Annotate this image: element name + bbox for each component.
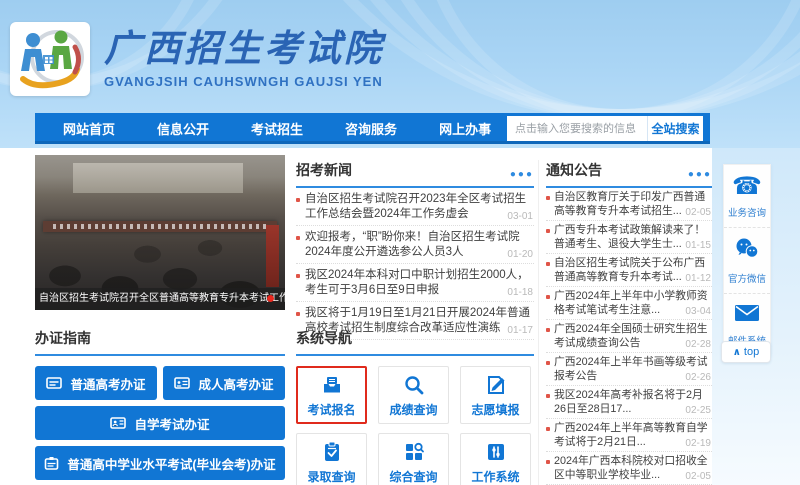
notice-item[interactable]: 广西2024年上半年中小学教师资格考试笔试考生注意... 03-04 <box>546 287 712 320</box>
tile-comprehensive-inquiry[interactable]: 综合查询 <box>378 433 449 485</box>
id-card-icon <box>110 416 126 430</box>
bullet-icon <box>546 394 550 398</box>
sliders-icon <box>484 440 508 464</box>
main-nav: 网站首页 信息公开 考试招生 咨询服务 网上办事 全站搜索 <box>35 113 710 144</box>
bullet-icon <box>296 274 300 278</box>
bullet-icon <box>296 236 300 240</box>
bullet-icon <box>546 427 550 431</box>
notice-item[interactable]: 我区2024年高考补报名将于2月26日至28日17... 02-25 <box>546 386 712 419</box>
notice-item[interactable]: 广西2024年上半年高等教育自学考试将于2月21日... 02-19 <box>546 419 712 452</box>
news-carousel[interactable]: 自治区招生考试院召开全区普通高等教育专升本考试工作推进会 <box>35 155 285 310</box>
news-panel: 招考新闻 ●●● 自治区招生考试院召开2023年全区考试招生工作总结会暨2024… <box>296 160 534 340</box>
guide-section: 办证指南 普通高考办证 成人高考办证 自学考试办证 <box>35 328 285 480</box>
notice-date: 03-04 <box>685 306 711 317</box>
carousel-photo-crowd <box>35 155 285 310</box>
inbox-icon <box>320 373 344 397</box>
news-more-link[interactable]: ●●● <box>510 170 534 180</box>
sidebar-item-wechat[interactable]: 官方微信 <box>724 228 770 294</box>
search-icon <box>402 373 426 397</box>
bullet-icon <box>546 196 550 200</box>
notice-date: 02-05 <box>685 471 711 482</box>
phone-icon: ☎ <box>732 174 762 200</box>
notice-date: 02-26 <box>685 372 711 383</box>
news-title: 招考新闻 <box>296 160 352 180</box>
notices-more-link[interactable]: ●●● <box>688 170 712 180</box>
bullet-icon <box>546 262 550 266</box>
bullet-icon <box>546 460 550 464</box>
chevron-up-icon: ∧ <box>733 347 741 358</box>
site-title-block: 广西招生考试院 GVANGJSIH CAUHSWNGH GAUJSI YEN <box>104 26 384 89</box>
news-date: 03-01 <box>507 211 533 222</box>
bullet-icon <box>546 361 550 365</box>
logo-emblem <box>15 27 85 91</box>
site-logo[interactable] <box>10 22 90 96</box>
grid-search-icon <box>402 440 426 464</box>
tile-score-inquiry[interactable]: 成绩查询 <box>378 366 449 424</box>
site-search: 全站搜索 <box>507 116 703 141</box>
mail-icon <box>734 303 760 328</box>
notice-date: 02-05 <box>685 207 711 218</box>
news-date: 01-20 <box>507 249 533 260</box>
badge-icon <box>44 456 59 471</box>
site-subtitle: GVANGJSIH CAUHSWNGH GAUJSI YEN <box>104 74 384 89</box>
nav-item-exams[interactable]: 考试招生 <box>237 119 317 138</box>
guide-button-huikao[interactable]: 普通高中学业水平考试(毕业会考)办证 <box>35 446 285 480</box>
news-date: 01-18 <box>507 287 533 298</box>
notices-title: 通知公告 <box>546 160 602 180</box>
guide-title: 办证指南 <box>35 328 91 348</box>
id-card-icon <box>46 376 62 390</box>
notice-date: 02-28 <box>685 339 711 350</box>
tile-exam-registration[interactable]: 考试报名 <box>296 366 367 424</box>
notice-date: 02-19 <box>685 438 711 449</box>
nav-item-consult[interactable]: 咨询服务 <box>331 119 411 138</box>
nav-item-home[interactable]: 网站首页 <box>49 119 129 138</box>
systems-section: 系统导航 考试报名 成绩查询 志愿填报 <box>296 328 534 485</box>
back-to-top-button[interactable]: ∧ top <box>721 341 771 363</box>
search-button[interactable]: 全站搜索 <box>647 116 703 141</box>
bullet-icon <box>546 295 550 299</box>
news-item[interactable]: 我区2024年本科对口中职计划招生2000人，考生可于3月6日至9日申报 01-… <box>296 264 534 302</box>
systems-title: 系统导航 <box>296 328 352 348</box>
notice-item[interactable]: 自治区招生考试院关于公布广西普通高等教育专升本考试... 01-12 <box>546 254 712 287</box>
clipboard-check-icon <box>320 440 344 464</box>
edit-icon <box>484 373 508 397</box>
guide-button-gaokao[interactable]: 普通高考办证 <box>35 366 157 400</box>
notice-date: 02-25 <box>685 405 711 416</box>
guide-button-chengkao[interactable]: 成人高考办证 <box>163 366 285 400</box>
notice-item[interactable]: 广西2024年全国硕士研究生招生考试成绩查询公告 02-28 <box>546 320 712 353</box>
quick-sidebar: ☎ 业务咨询 官方微信 邮件系统 <box>723 164 771 356</box>
search-input[interactable] <box>507 116 647 141</box>
notice-item[interactable]: 广西专升本考试政策解读来了！普通考生、退役大学生士... 01-15 <box>546 221 712 254</box>
tile-work-system[interactable]: 工作系统 <box>460 433 531 485</box>
tile-volunteer-filling[interactable]: 志愿填报 <box>460 366 531 424</box>
wechat-icon <box>734 237 760 266</box>
tile-admission-inquiry[interactable]: 录取查询 <box>296 433 367 485</box>
bullet-icon <box>296 312 300 316</box>
bullet-icon <box>296 198 300 202</box>
carousel-caption: 自治区招生考试院召开全区普通高等教育专升本考试工作推进会 <box>35 288 285 310</box>
notice-date: 01-15 <box>685 240 711 251</box>
page: 广西招生考试院 GVANGJSIH CAUHSWNGH GAUJSI YEN 网… <box>0 0 800 485</box>
news-item[interactable]: 欢迎报考，“职”盼你来！自治区招生考试院2024年度公开遴选参公人员3人 01-… <box>296 226 534 264</box>
nav-item-online[interactable]: 网上办事 <box>425 119 505 138</box>
notice-item[interactable]: 2024年广西本科院校对口招收全区中等职业学校毕业... 02-05 <box>546 452 712 485</box>
id-card-icon <box>174 376 190 390</box>
carousel-indicator-dot[interactable] <box>267 295 274 302</box>
bullet-icon <box>546 328 550 332</box>
bullet-icon <box>546 229 550 233</box>
sidebar-item-consult[interactable]: ☎ 业务咨询 <box>724 165 770 228</box>
notice-item[interactable]: 广西2024年上半年书画等级考试报考公告 02-26 <box>546 353 712 386</box>
guide-button-zikao[interactable]: 自学考试办证 <box>35 406 285 440</box>
notice-item[interactable]: 自治区教育厅关于印发广西普通高等教育专升本考试招生... 02-05 <box>546 188 712 221</box>
news-item[interactable]: 自治区招生考试院召开2023年全区考试招生工作总结会暨2024年工作务虚会 03… <box>296 188 534 226</box>
nav-item-info[interactable]: 信息公开 <box>143 119 223 138</box>
site-title: 广西招生考试院 <box>104 26 384 70</box>
notices-panel: 通知公告 ●●● 自治区教育厅关于印发广西普通高等教育专升本考试招生... 02… <box>538 160 712 485</box>
notice-date: 01-12 <box>685 273 711 284</box>
